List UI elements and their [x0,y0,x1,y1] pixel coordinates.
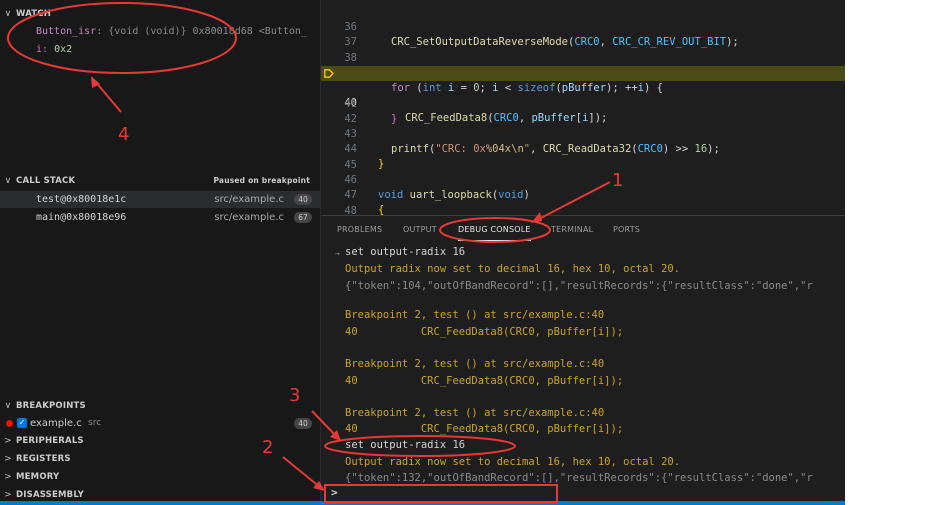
status-bar [0,501,845,505]
code-line: 44 } [344,143,385,170]
tab-output[interactable]: OUTPUT [403,216,437,242]
panel-tabs: PROBLEMS OUTPUT DEBUG CONSOLE TERMINAL P… [321,216,845,242]
code-line: 47 { [344,189,385,216]
code-line: 49 if (!UART_IsRxFifoEmpty(UART0)) { [321,204,845,215]
call-stack-frame[interactable]: test@0x80018e1c src/example.c 40 [0,191,320,208]
chevron-right-icon: > [4,472,12,482]
console-prompt-icon: > [331,486,338,499]
code-line: 41 } [344,98,398,125]
code-line: 36 CRC_SetOutputDataReverseMode(CRC0, CR… [344,21,739,48]
breakpoint-file: example.c [30,418,82,429]
debug-sidebar: ∨ WATCH Button_isr: {void (void)} 0x80018… [0,0,321,505]
memory-section-header[interactable]: > MEMORY [0,468,320,486]
annotation-label-2: 2 [262,437,274,458]
tab-terminal[interactable]: TERMINAL [551,216,593,242]
watch-section-header[interactable]: ∨ WATCH [0,5,320,23]
console-line: set output-radix 16 [345,246,466,258]
code-editor[interactable]: 36 CRC_SetOutputDataReverseMode(CRC0, CR… [321,0,845,232]
input-echo-arrow-icon: → [335,249,340,258]
code-line: 46 void uart_loopback(void) [344,174,530,201]
call-stack-section-header[interactable]: ∨ CALL STACK Paused on breakpoint [0,172,320,190]
line-badge: 40 [294,418,312,429]
watch-item-i[interactable]: i: 0x2 [36,41,316,58]
breakpoint-checkbox[interactable]: ✓ [17,418,27,428]
breakpoint-dot-icon [6,420,13,427]
line-badge: 40 [294,194,312,205]
code-line: 42 [344,113,357,125]
console-line: Output radix now set to decimal 16, hex … [345,456,681,468]
annotation-label-4: 4 [118,124,130,145]
current-line-arrow-icon [324,69,334,78]
console-line: Output radix now set to decimal 16, hex … [345,263,681,275]
tab-ports[interactable]: PORTS [613,216,640,242]
console-line: Breakpoint 2, test () at src/example.c:4… [345,309,605,321]
tab-debug-console[interactable]: DEBUG CONSOLE [458,216,531,241]
bottom-panel: PROBLEMS OUTPUT DEBUG CONSOLE TERMINAL P… [321,215,845,505]
console-line: Breakpoint 2, test () at src/example.c:4… [345,407,605,419]
watch-item-button-isr[interactable]: Button_isr: {void (void)} 0x80018d68 <Bu… [36,23,316,40]
annotation-label-1: 1 [612,170,624,191]
line-badge: 67 [294,212,312,223]
current-code-line: 40 CRC_FeedData8(CRC0, pBuffer[i]); [321,66,845,124]
console-line: set output-radix 16 [345,439,466,451]
chevron-down-icon: ∨ [4,176,12,186]
code-line: 43 printf("CRC: 0x%04x\n", CRC_ReadData3… [344,128,720,155]
call-stack-status: Paused on breakpoint [213,176,310,185]
vscode-window: ∨ WATCH Button_isr: {void (void)} 0x80018… [0,0,845,505]
console-line: {"token":104,"outOfBandRecord":[],"resul… [345,280,813,292]
code-line: 38 uint8_t pBuffer[]={1,2,3,4,5}; [344,52,580,79]
console-line: 40 CRC_FeedData8(CRC0, pBuffer[i]); [345,423,624,435]
tab-problems[interactable]: PROBLEMS [337,216,382,242]
annotation-label-3: 3 [289,385,301,406]
code-line: 37 [344,36,357,48]
code-line: 39 for (int i = 0; i < sizeof(pBuffer); … [344,67,663,94]
chevron-down-icon: ∨ [4,401,12,411]
call-stack-frame[interactable]: main@0x80018e96 src/example.c 67 [0,209,320,226]
console-line: 40 CRC_FeedData8(CRC0, pBuffer[i]); [345,326,624,338]
breakpoints-section-header[interactable]: ∨ BREAKPOINTS [0,397,320,415]
chevron-right-icon: > [4,454,12,464]
console-line: 40 CRC_FeedData8(CRC0, pBuffer[i]); [345,375,624,387]
chevron-right-icon: > [4,436,12,446]
breakpoint-item[interactable]: ✓ example.c src 40 [0,415,320,432]
console-line: Breakpoint 2, test () at src/example.c:4… [345,358,605,370]
chevron-down-icon: ∨ [4,9,12,19]
code-line: 48 while (1) { [344,205,460,232]
breakpoint-folder: src [88,418,102,428]
code-line: 45 [344,159,357,171]
